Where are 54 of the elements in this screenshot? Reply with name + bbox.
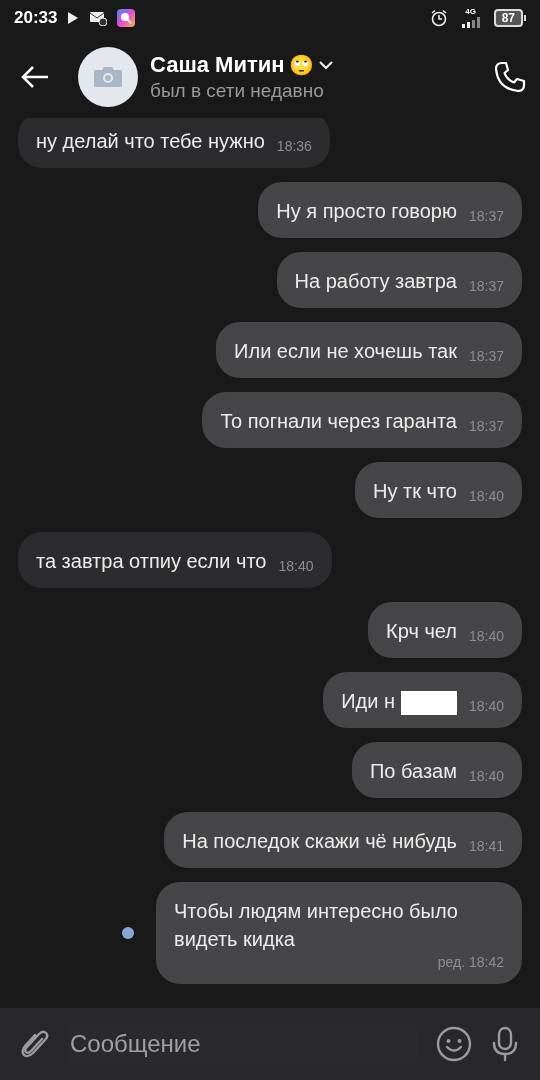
message-text: Крч чел bbox=[386, 619, 457, 644]
battery-indicator: 87 bbox=[493, 9, 523, 27]
message-bubble[interactable]: На работу завтра 18:37 bbox=[276, 252, 522, 308]
message-text: Или если не хочешь так bbox=[234, 339, 457, 364]
chevron-down-icon[interactable] bbox=[317, 60, 334, 70]
contact-name[interactable]: Саша Митин bbox=[150, 52, 285, 78]
microphone-icon[interactable] bbox=[490, 1026, 520, 1062]
message-bubble[interactable]: Чтобы людям интересно было видеть кидка ред. 18:42 bbox=[156, 882, 522, 984]
message-time: 18:37 bbox=[468, 347, 504, 365]
back-arrow-icon[interactable] bbox=[20, 65, 50, 89]
camera-icon bbox=[93, 66, 123, 88]
message-text: Ну тк что bbox=[373, 479, 457, 504]
message-bubble[interactable]: ну делай что тебе нужно 18:36 bbox=[18, 118, 330, 168]
last-seen-status: был в сети недавно bbox=[150, 80, 325, 102]
message-time: 18:37 bbox=[468, 277, 504, 295]
message-text: Чтобы людям интересно было видеть кидка bbox=[174, 899, 459, 952]
message-time: 18:40 bbox=[468, 627, 504, 645]
message-time: ред. 18:42 bbox=[437, 953, 504, 971]
message-bubble[interactable]: Крч чел 18:40 bbox=[368, 602, 522, 658]
message-bubble[interactable]: Или если не хочешь так 18:37 bbox=[216, 322, 522, 378]
message-text: То погнали через гаранта bbox=[220, 409, 457, 434]
message-text: По базам bbox=[369, 759, 457, 784]
message-time: 18:36 bbox=[276, 137, 312, 155]
message-bubble[interactable]: Иди н 18:40 bbox=[323, 672, 522, 728]
alarm-icon bbox=[429, 9, 448, 27]
message-text: ну делай что тебе нужно bbox=[36, 129, 265, 154]
message-bubble[interactable]: та завтра отпиу если что 18:40 bbox=[18, 532, 332, 588]
message-time: 18:40 bbox=[278, 557, 314, 575]
mail-icon bbox=[89, 10, 108, 26]
network-label: 4G bbox=[465, 8, 476, 16]
message-time: 18:37 bbox=[468, 207, 504, 225]
smiley-icon[interactable] bbox=[436, 1026, 472, 1062]
message-text: На последок скажи чё нибудь bbox=[182, 829, 457, 854]
message-time: 18:40 bbox=[468, 697, 504, 715]
message-text: Ну я просто говорю bbox=[276, 199, 457, 224]
name-emoji: 🙄 bbox=[288, 53, 314, 77]
message-time: 18:40 bbox=[468, 767, 504, 785]
app-icon bbox=[117, 9, 136, 27]
avatar[interactable] bbox=[78, 47, 138, 107]
message-text: На работу завтра bbox=[294, 269, 457, 294]
message-time: 18:37 bbox=[468, 417, 504, 435]
phone-icon[interactable] bbox=[494, 61, 526, 93]
status-time: 20:33 bbox=[14, 8, 58, 28]
message-bubble[interactable]: Ну я просто говорю 18:37 bbox=[258, 182, 522, 238]
message-bubble[interactable]: Ну тк что 18:40 bbox=[355, 462, 522, 518]
message-bubble[interactable]: На последок скажи чё нибудь 18:41 bbox=[164, 812, 522, 868]
message-text: та завтра отпиу если что bbox=[36, 549, 267, 574]
message-bubble[interactable]: То погнали через гаранта 18:37 bbox=[202, 392, 522, 448]
message-input[interactable]: Сообщение bbox=[68, 1029, 418, 1059]
play-icon bbox=[67, 11, 80, 25]
message-time: 18:40 bbox=[468, 487, 504, 505]
message-text: Иди н bbox=[341, 689, 395, 714]
message-bubble[interactable]: По базам 18:40 bbox=[351, 742, 522, 798]
message-time: 18:41 bbox=[468, 837, 504, 855]
